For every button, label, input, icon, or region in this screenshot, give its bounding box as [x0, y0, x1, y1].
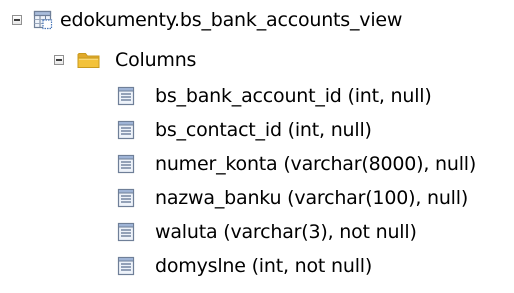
tree-node-column[interactable]: bs_contact_id (int, null) [0, 115, 514, 145]
tree-node-column[interactable]: bs_bank_account_id (int, null) [0, 81, 514, 111]
column-label[interactable]: numer_konta (varchar(8000), null) [155, 149, 476, 179]
tree-node-column[interactable]: numer_konta (varchar(8000), null) [0, 149, 514, 179]
tree-node-columns[interactable]: Columns [0, 45, 514, 75]
collapse-toggle-view[interactable] [12, 15, 22, 25]
tree-node-view[interactable]: edokumenty.bs_bank_accounts_view [0, 5, 514, 35]
folder-icon [77, 51, 101, 74]
column-label[interactable]: waluta (varchar(3), not null) [155, 217, 417, 247]
column-label[interactable]: domyslne (int, not null) [155, 251, 372, 281]
tree-node-column[interactable]: waluta (varchar(3), not null) [0, 217, 514, 247]
collapse-toggle-columns[interactable] [54, 55, 64, 65]
column-icon [117, 86, 135, 111]
columns-node-label[interactable]: Columns [115, 45, 196, 75]
column-icon [117, 222, 135, 247]
column-icon [117, 154, 135, 179]
view-icon [33, 10, 53, 35]
column-label[interactable]: bs_contact_id (int, null) [155, 115, 372, 145]
view-node-label[interactable]: edokumenty.bs_bank_accounts_view [60, 5, 402, 35]
column-label[interactable]: nazwa_banku (varchar(100), null) [155, 183, 468, 213]
tree-node-column[interactable]: nazwa_banku (varchar(100), null) [0, 183, 514, 213]
tree-node-column[interactable]: domyslne (int, not null) [0, 251, 514, 281]
column-label[interactable]: bs_bank_account_id (int, null) [155, 81, 432, 111]
column-icon [117, 120, 135, 145]
column-icon [117, 188, 135, 213]
column-icon [117, 256, 135, 281]
